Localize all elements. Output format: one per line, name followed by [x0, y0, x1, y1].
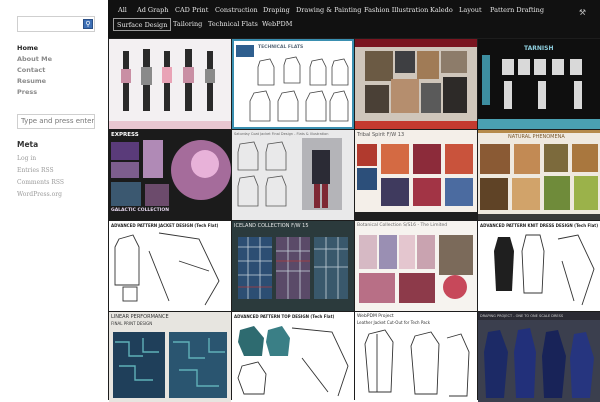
tribal-spirit-thumbnail: [355, 144, 477, 220]
technical-flats-thumbnail: [236, 45, 349, 122]
portfolio-grid: TECHNICAL FLATS TARNISH EXPRESS GALACTIC…: [108, 38, 600, 402]
galactic-collection-thumbnail: [111, 140, 231, 206]
tile-title: WebPDM Project: [357, 314, 394, 319]
tile-title: ICELAND COLLECTION F/W 15: [234, 223, 309, 229]
tile-caption: Leather Jacket Cut-Out for Tech Pack: [357, 320, 431, 325]
portfolio-tile[interactable]: TARNISH: [478, 39, 600, 129]
portfolio-tile[interactable]: TECHNICAL FLATS: [232, 39, 354, 129]
tile-title: EXPRESS: [111, 132, 139, 138]
sidebar-item-contact[interactable]: Contact: [17, 65, 52, 76]
filter-webpdm[interactable]: WebPDM: [262, 18, 292, 31]
sidebar-item-resume[interactable]: Resume: [17, 76, 52, 87]
knit-dress-tech-flat-thumbnail: [494, 234, 595, 306]
meta-links: Log in Entries RSS Comments RSS WordPres…: [17, 153, 64, 201]
filter-kaledo[interactable]: Kaledo: [430, 4, 453, 17]
meta-link-login[interactable]: Log in: [17, 153, 64, 165]
portfolio-tile[interactable]: WebPDM Project Leather Jacket Cut-Out fo…: [355, 312, 477, 402]
fashion-illustration-thumbnail: [109, 49, 231, 129]
tile-title: Botanical Collection S/S16 - The Limited: [357, 223, 448, 228]
leather-jacket-cutout-thumbnail: [364, 329, 470, 397]
meta-link-wordpress[interactable]: WordPress.org: [17, 189, 64, 201]
filter-ad-graph[interactable]: Ad Graph: [137, 4, 168, 17]
natural-phenomena-thumbnail: [478, 130, 600, 220]
top-search-input[interactable]: ⚲: [17, 16, 95, 32]
sidebar-item-home[interactable]: Home: [17, 43, 52, 54]
tile-title: ADVANCED PATTERN JACKET DESIGN (Tech Fla…: [111, 223, 219, 228]
tarnish-thumbnail: [478, 55, 600, 129]
meta-heading: Meta: [17, 140, 39, 149]
portfolio-tile[interactable]: Saturday Coat Jacket Final Design - Flat…: [232, 130, 354, 220]
portfolio-tile[interactable]: ADVANCED PATTERN TOP DESIGN (Tech Flat): [232, 312, 354, 402]
filter-technical-flats[interactable]: Technical Flats: [208, 18, 258, 31]
meta-link-comments-rss[interactable]: Comments RSS: [17, 177, 64, 189]
filter-drawing-painting[interactable]: Drawing & Painting: [296, 4, 361, 17]
filter-layout[interactable]: Layout: [459, 4, 482, 17]
filter-pattern-drafting[interactable]: Pattern Drafting: [490, 4, 544, 17]
portfolio-main: All Ad Graph CAD Print Construction Drap…: [108, 0, 600, 402]
sidebar-item-press[interactable]: Press: [17, 87, 52, 98]
portfolio-tile[interactable]: LINEAR PERFORMANCE FINAL PRINT DESIGN: [109, 312, 231, 402]
top-tech-flat-thumbnail: [237, 326, 349, 397]
filter-construction[interactable]: Construction: [215, 4, 258, 17]
filter-fashion-illustration[interactable]: Fashion Illustration: [364, 4, 428, 17]
filter-draping[interactable]: Draping: [263, 4, 290, 17]
portfolio-tile[interactable]: DRAPING PROJECT - ONE TO ONE SCALE DRESS: [478, 312, 600, 402]
sidebar-item-about[interactable]: About Me: [17, 54, 52, 65]
tile-title: LINEAR PERFORMANCE: [111, 314, 169, 320]
portfolio-tile[interactable]: ADVANCED PATTERN KNIT DRESS DESIGN (Tech…: [478, 221, 600, 311]
portfolio-tile[interactable]: [355, 39, 477, 129]
tile-title: ADVANCED PATTERN TOP DESIGN (Tech Flat): [234, 314, 335, 319]
moodboard-thumbnail: [355, 39, 477, 129]
filter-all[interactable]: All: [118, 4, 127, 17]
tile-title: TECHNICAL FLATS: [258, 45, 304, 50]
jacket-tech-flat-thumbnail: [114, 232, 220, 306]
tile-title: Saturday Coat Jacket Final Design - Flat…: [234, 132, 329, 136]
search-icon[interactable]: ⚲: [83, 19, 93, 29]
portfolio-tile[interactable]: NATURAL PHENOMENA: [478, 130, 600, 220]
iceland-collection-thumbnail: [238, 237, 348, 299]
tile-title: NATURAL PHENOMENA: [508, 134, 565, 140]
portfolio-tile[interactable]: EXPRESS GALACTIC COLLECTION: [109, 130, 231, 220]
filter-surface-design[interactable]: Surface Design: [113, 18, 172, 31]
tile-title: TARNISH: [524, 45, 554, 52]
tile-title: ADVANCED PATTERN KNIT DRESS DESIGN (Tech…: [480, 223, 599, 228]
tile-caption: FINAL PRINT DESIGN: [111, 321, 153, 326]
portfolio-tile[interactable]: ICELAND COLLECTION F/W 15: [232, 221, 354, 311]
category-filter-bar: All Ad Graph CAD Print Construction Drap…: [108, 0, 600, 38]
tile-title: Tribal Spirit F/W 13: [357, 132, 405, 138]
sidebar-nav: Home About Me Contact Resume Press: [17, 43, 52, 98]
filter-cad-print[interactable]: CAD Print: [175, 4, 208, 17]
wrench-icon[interactable]: ⚒: [579, 8, 586, 17]
portfolio-tile[interactable]: Tribal Spirit F/W 13: [355, 130, 477, 220]
meta-link-entries-rss[interactable]: Entries RSS: [17, 165, 64, 177]
portfolio-tile[interactable]: ADVANCED PATTERN JACKET DESIGN (Tech Fla…: [109, 221, 231, 311]
sidebar: ⚲ Home About Me Contact Resume Press Typ…: [0, 0, 108, 400]
coat-design-thumbnail: [237, 138, 342, 210]
portfolio-tile[interactable]: [109, 39, 231, 129]
tile-title: DRAPING PROJECT - ONE TO ONE SCALE DRESS: [480, 314, 564, 318]
botanical-collection-thumbnail: [359, 235, 473, 303]
portfolio-tile[interactable]: Botanical Collection S/S16 - The Limited: [355, 221, 477, 311]
draping-project-thumbnail: [478, 320, 600, 402]
filter-tailoring[interactable]: Tailoring: [173, 18, 202, 31]
tile-caption: GALACTIC COLLECTION: [111, 208, 170, 213]
search-input[interactable]: Type and press enter t: [17, 114, 95, 129]
